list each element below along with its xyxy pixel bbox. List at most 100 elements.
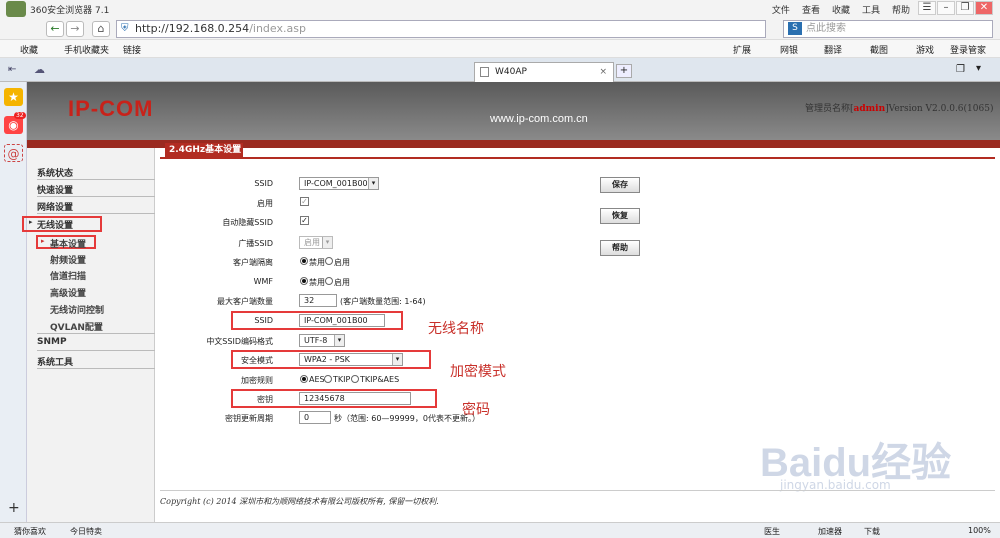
cloud-icon[interactable]: ☁ <box>34 63 45 76</box>
skin-icon[interactable]: ☰ <box>918 1 936 15</box>
max-clients-input[interactable]: 32 <box>299 294 337 307</box>
admin-name: admin <box>853 104 886 114</box>
renew-hint: 秒（范围: 60—99999，0代表不更新。） <box>334 414 480 423</box>
hide-ssid-label: 自动隐藏SSID <box>222 218 273 227</box>
home-icon[interactable]: ⌂ <box>92 21 110 37</box>
hide-ssid-checkbox[interactable]: ✓ <box>300 216 309 225</box>
cipher-aes-radio[interactable] <box>300 375 308 383</box>
menu-view[interactable]: 查看 <box>802 3 820 16</box>
menu-wireless[interactable]: 无线设置 <box>37 218 73 231</box>
fav-button[interactable]: 收藏 <box>20 43 38 56</box>
close-icon[interactable]: ✕ <box>975 1 993 15</box>
copyright-footer: Copyright (c) 2014 深圳市和为顺网络技术有限公司版权所有, 保… <box>160 497 439 506</box>
ssid-input[interactable]: IP-COM_001B00 <box>299 314 385 327</box>
menu-file[interactable]: 文件 <box>772 3 790 16</box>
key-input[interactable]: 12345678 <box>299 392 411 405</box>
wmf-disable-text: 禁用 <box>309 278 325 287</box>
browser-statusbar: 猜你喜欢 今日特卖 医生 加速器 下载 100% <box>0 522 1000 538</box>
menu-divider <box>37 179 155 180</box>
enable-checkbox[interactable]: ✓ <box>300 197 309 206</box>
forward-icon[interactable]: → <box>66 21 84 37</box>
fav-link[interactable]: 链接 <box>123 43 141 56</box>
guess-like-link[interactable]: 猜你喜欢 <box>14 526 46 537</box>
menu-help[interactable]: 帮助 <box>892 3 910 16</box>
ssid-select[interactable]: IP-COM_001B00 ▾ <box>299 177 379 190</box>
section-title: 2.4GHz基本设置 <box>165 143 243 157</box>
submenu-basic[interactable]: 基本设置 <box>50 237 86 250</box>
security-select[interactable]: WPA2 - PSK ▾ <box>299 353 403 366</box>
accelerator-button[interactable]: 加速器 <box>818 526 842 537</box>
menu-favorites[interactable]: 收藏 <box>832 3 850 16</box>
submenu-access-control[interactable]: 无线访问控制 <box>50 303 104 316</box>
tab-close-icon[interactable]: × <box>599 63 607 81</box>
chevron-down-icon: ▾ <box>368 178 378 189</box>
renew-input[interactable]: 0 <box>299 411 331 424</box>
cipher-tkipaes-text: TKIP&AES <box>360 375 400 384</box>
maximize-icon[interactable]: ❐ <box>956 1 974 15</box>
tab-w40ap[interactable]: W40AP × <box>474 62 614 82</box>
menu-network[interactable]: 网络设置 <box>37 200 73 213</box>
menu-divider <box>37 213 155 214</box>
page-icon <box>480 67 489 77</box>
fav-mobile[interactable]: 手机收藏夹 <box>64 43 109 56</box>
search-input[interactable]: S 点此搜索 <box>783 20 993 38</box>
isolation-disable-radio[interactable] <box>300 257 308 265</box>
fav-screenshot[interactable]: 截图 <box>870 43 888 56</box>
broadcast-label: 广播SSID <box>238 239 273 248</box>
star-icon[interactable]: ★ <box>4 88 23 106</box>
help-button[interactable]: 帮助 <box>600 240 640 256</box>
browser-avatar-icon[interactable] <box>6 1 26 17</box>
isolation-enable-text: 启用 <box>334 258 350 267</box>
daily-sale-link[interactable]: 今日特卖 <box>70 526 102 537</box>
encoding-value: UTF-8 <box>304 336 328 345</box>
menu-system-tools[interactable]: 系统工具 <box>37 355 73 368</box>
cipher-tkipaes-radio[interactable] <box>351 375 359 383</box>
fav-login[interactable]: 登录管家 <box>950 43 986 56</box>
new-tab-button[interactable]: + <box>616 64 632 78</box>
at-icon[interactable]: @ <box>4 144 23 162</box>
doctor-button[interactable]: 医生 <box>764 526 780 537</box>
admin-label: 管理员名称 <box>805 104 851 114</box>
fav-ext[interactable]: 扩展 <box>733 43 751 56</box>
cipher-tkip-radio[interactable] <box>324 375 332 383</box>
ssid-select-label: SSID <box>254 179 273 188</box>
zoom-level[interactable]: 100% <box>968 526 991 535</box>
menu-tools[interactable]: 工具 <box>862 3 880 16</box>
add-icon[interactable]: + <box>8 500 20 516</box>
submenu-advanced[interactable]: 高级设置 <box>50 286 86 299</box>
isolation-disable-text: 禁用 <box>309 258 325 267</box>
max-clients-label: 最大客户端数量 <box>217 297 273 306</box>
wmf-disable-radio[interactable] <box>300 277 308 285</box>
renew-label: 密钥更新周期 <box>225 414 273 423</box>
minimize-icon[interactable]: – <box>937 1 955 15</box>
sidebar-toggle-icon[interactable]: ⇤ <box>8 64 16 75</box>
fav-translate[interactable]: 翻译 <box>824 43 842 56</box>
menu-system-status[interactable]: 系统状态 <box>37 166 73 179</box>
download-button[interactable]: 下载 <box>864 526 880 537</box>
submenu-channel-scan[interactable]: 信道扫描 <box>50 269 86 282</box>
back-icon[interactable]: ← <box>46 21 64 37</box>
save-button[interactable]: 保存 <box>600 177 640 193</box>
menu-divider <box>37 333 155 334</box>
restore-button[interactable]: 恢复 <box>600 208 640 224</box>
search-placeholder: 点此搜索 <box>806 23 846 34</box>
isolation-enable-radio[interactable] <box>325 257 333 265</box>
fav-game[interactable]: 游戏 <box>916 43 934 56</box>
shield-icon: ⛨ <box>121 23 129 34</box>
tab-bar: ⇤ ☁ W40AP × + ❐ ▾ <box>0 58 1000 82</box>
fav-bank[interactable]: 网银 <box>780 43 798 56</box>
submenu-radio[interactable]: 射频设置 <box>50 253 86 266</box>
tab-menu-icon[interactable]: ▾ <box>976 63 981 74</box>
submenu-qvlan[interactable]: QVLAN配置 <box>50 320 103 333</box>
menu-snmp[interactable]: SNMP <box>37 337 67 347</box>
wmf-enable-radio[interactable] <box>325 277 333 285</box>
encoding-select[interactable]: UTF-8 ▾ <box>299 334 345 347</box>
broadcast-select[interactable]: 启用 ▾ <box>299 236 333 249</box>
url-input[interactable]: ⛨ http://192.168.0.254/index.asp <box>116 20 766 38</box>
menu-quick-setup[interactable]: 快速设置 <box>37 183 73 196</box>
tab-list-icon[interactable]: ❐ <box>956 64 965 75</box>
broadcast-value: 启用 <box>304 238 320 247</box>
browser-menu: 文件 查看 收藏 工具 帮助 <box>772 3 910 16</box>
menu-divider <box>37 350 155 351</box>
isolation-label: 客户端隔离 <box>233 258 273 267</box>
